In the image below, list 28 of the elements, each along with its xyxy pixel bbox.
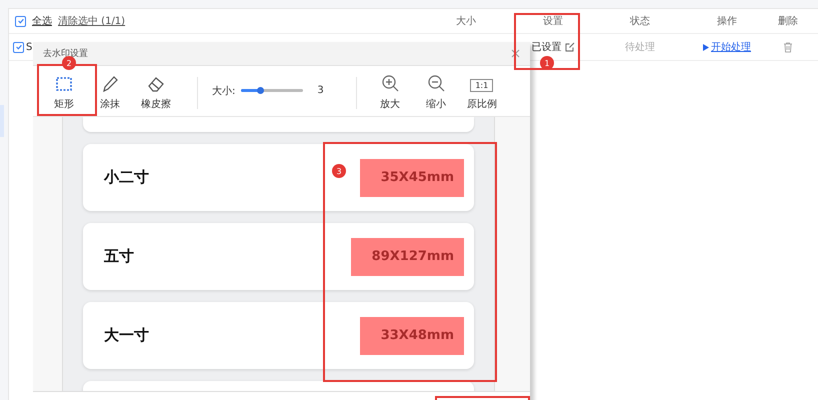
toolbar-tool[interactable]: 涂抹: [87, 74, 133, 111]
size-card[interactable]: 大一寸 33X48mm: [83, 302, 474, 369]
size-name: 五寸: [104, 247, 134, 266]
size-card[interactable]: 五寸 89X127mm: [83, 223, 474, 290]
column-header: 设置: [542, 14, 564, 28]
ratio-icon: 1:1: [470, 79, 494, 92]
brush-size-label: 大小:: [212, 84, 236, 98]
toolbar-tool[interactable]: 1:1 原比例: [458, 79, 505, 111]
size-name: 大一寸: [104, 326, 149, 345]
column-header: 操作: [716, 15, 738, 28]
column-header: 大小: [455, 14, 477, 28]
select-all-link[interactable]: 全选: [32, 14, 52, 28]
size-name: 小二寸: [104, 168, 149, 187]
size-dimension: 33X48mm: [360, 316, 464, 354]
toolbar-tool[interactable]: 缩小: [412, 74, 459, 111]
setting-status: 已设置: [532, 40, 562, 54]
clear-selection-link[interactable]: 清除选中 (1/1): [58, 14, 126, 28]
toolbar-tool[interactable]: 矩形: [41, 74, 87, 111]
file-name: S: [26, 42, 32, 52]
column-header: 状态: [629, 14, 651, 28]
size-dimension: 89X127mm: [350, 238, 464, 276]
brush-size-value: 3: [317, 85, 324, 96]
toolbar-tool[interactable]: 放大: [366, 74, 413, 111]
column-header: 删除: [777, 15, 799, 28]
start-link[interactable]: 开始处理: [703, 40, 751, 54]
toolbar-tool[interactable]: 橡皮擦: [133, 74, 179, 111]
status-text: 待处理: [624, 40, 656, 54]
size-dimension: 35X45mm: [360, 158, 464, 196]
